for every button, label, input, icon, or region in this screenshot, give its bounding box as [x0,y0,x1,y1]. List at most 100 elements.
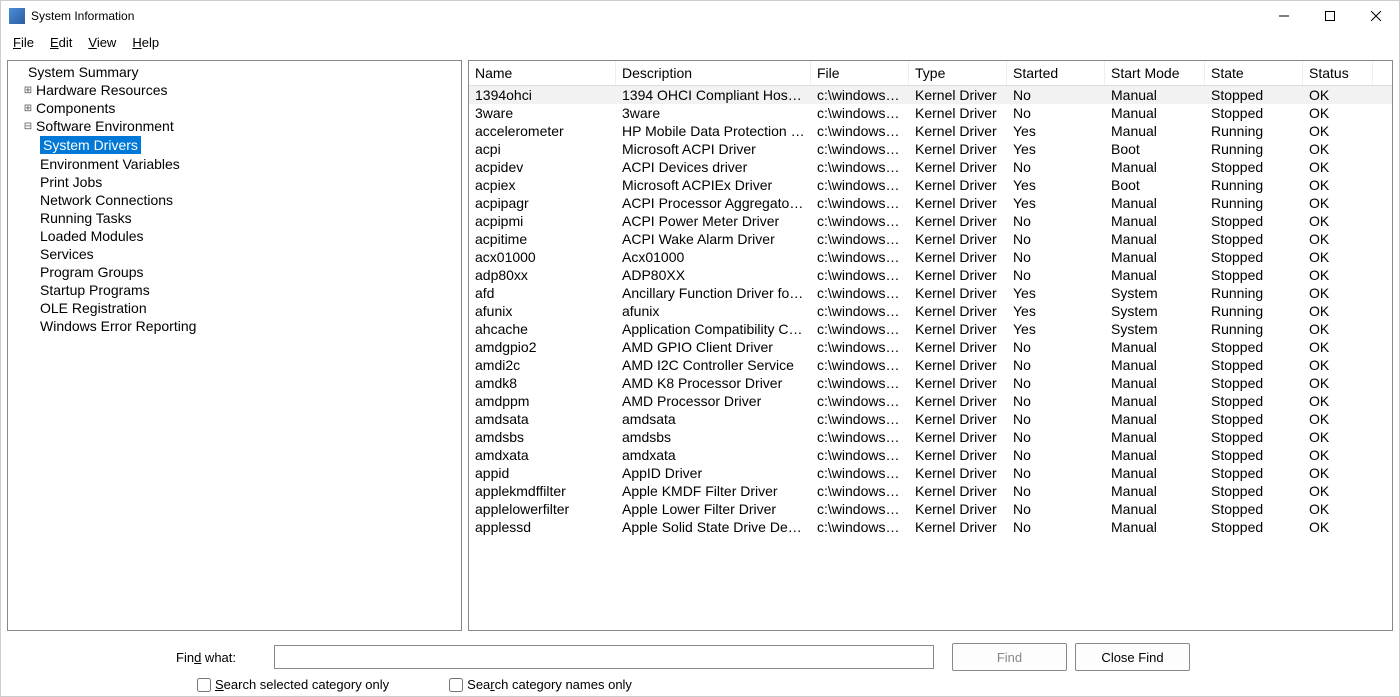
cell-state: Stopped [1205,248,1303,266]
cell-file: c:\windows\s... [811,86,909,104]
find-button[interactable]: Find [952,643,1067,671]
column-header-state[interactable]: State [1205,61,1303,85]
cell-status: OK [1303,446,1373,464]
table-row[interactable]: accelerometerHP Mobile Data Protection S… [469,122,1392,140]
cell-type: Kernel Driver [909,122,1007,140]
table-row[interactable]: applelowerfilterApple Lower Filter Drive… [469,500,1392,518]
tree-windows-error-reporting[interactable]: Windows Error Reporting [8,317,461,335]
cell-desc: AMD Processor Driver [616,392,811,410]
tree-program-groups[interactable]: Program Groups [8,263,461,281]
column-header-name[interactable]: Name [469,61,616,85]
table-row[interactable]: afdAncillary Function Driver for ...c:\w… [469,284,1392,302]
titlebar[interactable]: System Information [1,1,1399,31]
cell-name: 3ware [469,104,616,122]
checkbox-search-selected[interactable]: Search selected category only [197,677,389,692]
cell-type: Kernel Driver [909,104,1007,122]
app-icon [9,8,25,24]
column-header-startmode[interactable]: Start Mode [1105,61,1205,85]
table-row[interactable]: amdgpio2AMD GPIO Client Driverc:\windows… [469,338,1392,356]
table-row[interactable]: acpipagrACPI Processor Aggregator D...c:… [469,194,1392,212]
cell-status: OK [1303,140,1373,158]
checkbox-search-names[interactable]: Search category names only [449,677,632,692]
menu-edit[interactable]: Edit [42,33,80,52]
cell-startmode: Manual [1105,230,1205,248]
table-row[interactable]: afunixafunixc:\windows\s...Kernel Driver… [469,302,1392,320]
table-row[interactable]: applekmdffilterApple KMDF Filter Driverc… [469,482,1392,500]
menu-file[interactable]: File [5,33,42,52]
tree-software-environment[interactable]: ⊟Software Environment [8,117,461,135]
table-row[interactable]: 1394ohci1394 OHCI Compliant Host C...c:\… [469,86,1392,104]
checkbox-search-names-input[interactable] [449,678,463,692]
cell-state: Running [1205,284,1303,302]
tree-running-tasks[interactable]: Running Tasks [8,209,461,227]
tree-network-connections[interactable]: Network Connections [8,191,461,209]
cell-name: amdsata [469,410,616,428]
cell-name: acpi [469,140,616,158]
maximize-button[interactable] [1307,1,1353,31]
tree-startup-programs[interactable]: Startup Programs [8,281,461,299]
menu-help[interactable]: Help [124,33,167,52]
table-row[interactable]: acpidevACPI Devices driverc:\windows\s..… [469,158,1392,176]
table-row[interactable]: amdk8AMD K8 Processor Driverc:\windows\s… [469,374,1392,392]
table-row[interactable]: ahcacheApplication Compatibility Cac...c… [469,320,1392,338]
expander-minus-icon[interactable]: ⊟ [22,121,34,132]
table-row[interactable]: acx01000Acx01000c:\windows\s...Kernel Dr… [469,248,1392,266]
tree-environment-variables[interactable]: Environment Variables [8,155,461,173]
tree-components[interactable]: ⊞Components [8,99,461,117]
table-row[interactable]: acpiexMicrosoft ACPIEx Driverc:\windows\… [469,176,1392,194]
cell-name: applessd [469,518,616,536]
list-pane: Name Description File Type Started Start… [468,60,1393,631]
checkbox-search-selected-input[interactable] [197,678,211,692]
close-button[interactable] [1353,1,1399,31]
tree-system-summary[interactable]: System Summary [8,63,461,81]
table-row[interactable]: amdsbsamdsbsc:\windows\s...Kernel Driver… [469,428,1392,446]
tree-system-drivers[interactable]: System Drivers [8,135,461,155]
findbar: Find what: Find Close Find Search select… [1,637,1399,696]
tree-ole-registration[interactable]: OLE Registration [8,299,461,317]
column-header-started[interactable]: Started [1007,61,1105,85]
tree-pane[interactable]: System Summary ⊞Hardware Resources ⊞Comp… [7,60,462,631]
cell-file: c:\windows\s... [811,230,909,248]
tree-print-jobs[interactable]: Print Jobs [8,173,461,191]
table-row[interactable]: applessdApple Solid State Drive Devicec:… [469,518,1392,536]
list-body[interactable]: 1394ohci1394 OHCI Compliant Host C...c:\… [469,86,1392,630]
expander-plus-icon[interactable]: ⊞ [22,103,34,114]
table-row[interactable]: acpipmiACPI Power Meter Driverc:\windows… [469,212,1392,230]
expander-plus-icon[interactable]: ⊞ [22,85,34,96]
tree-hardware-resources[interactable]: ⊞Hardware Resources [8,81,461,99]
cell-startmode: Manual [1105,464,1205,482]
table-row[interactable]: amdi2cAMD I2C Controller Servicec:\windo… [469,356,1392,374]
menu-view[interactable]: View [80,33,124,52]
menubar: File Edit View Help [1,31,1399,54]
cell-file: c:\windows\s... [811,500,909,518]
minimize-button[interactable] [1261,1,1307,31]
column-header-type[interactable]: Type [909,61,1007,85]
cell-type: Kernel Driver [909,428,1007,446]
table-row[interactable]: amdxataamdxatac:\windows\s...Kernel Driv… [469,446,1392,464]
table-row[interactable]: amdppmAMD Processor Driverc:\windows\s..… [469,392,1392,410]
table-row[interactable]: acpitimeACPI Wake Alarm Driverc:\windows… [469,230,1392,248]
cell-started: No [1007,86,1105,104]
table-row[interactable]: appidAppID Driverc:\windows\s...Kernel D… [469,464,1392,482]
cell-startmode: Manual [1105,410,1205,428]
column-header-file[interactable]: File [811,61,909,85]
close-find-button[interactable]: Close Find [1075,643,1190,671]
tree-loaded-modules[interactable]: Loaded Modules [8,227,461,245]
find-label: Find what: [11,650,266,665]
column-header-status[interactable]: Status [1303,61,1373,85]
table-row[interactable]: acpiMicrosoft ACPI Driverc:\windows\s...… [469,140,1392,158]
cell-startmode: Manual [1105,248,1205,266]
cell-name: acx01000 [469,248,616,266]
table-row[interactable]: amdsataamdsatac:\windows\s...Kernel Driv… [469,410,1392,428]
column-header-description[interactable]: Description [616,61,811,85]
find-input[interactable] [274,645,934,669]
cell-name: acpidev [469,158,616,176]
cell-type: Kernel Driver [909,266,1007,284]
table-row[interactable]: 3ware3warec:\windows\s...Kernel DriverNo… [469,104,1392,122]
cell-status: OK [1303,230,1373,248]
table-row[interactable]: adp80xxADP80XXc:\windows\s...Kernel Driv… [469,266,1392,284]
tree-services[interactable]: Services [8,245,461,263]
cell-status: OK [1303,266,1373,284]
cell-state: Running [1205,122,1303,140]
cell-startmode: Manual [1105,212,1205,230]
